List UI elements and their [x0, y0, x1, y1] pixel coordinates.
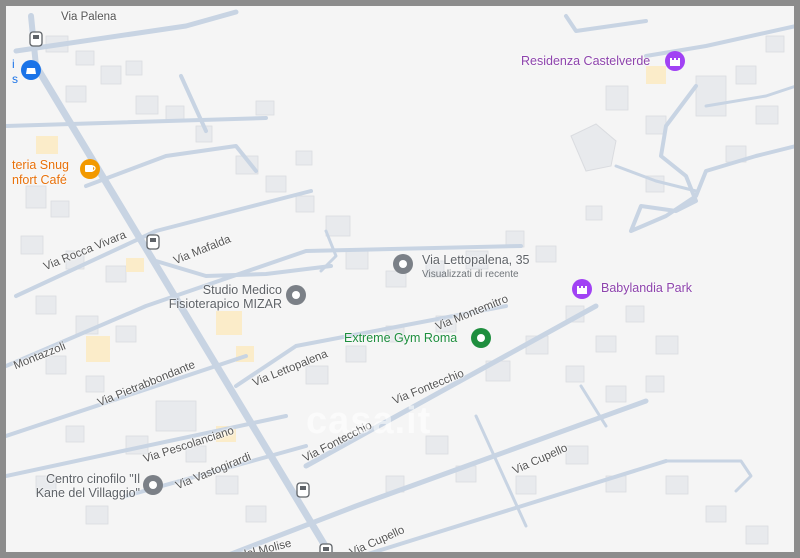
castle-icon[interactable]	[572, 279, 592, 299]
poi-lettopalena-label[interactable]: Via Lettopalena, 35	[422, 253, 530, 268]
pin-icon[interactable]	[393, 254, 413, 274]
poi-residenza-label[interactable]: Residenza Castelverde	[521, 54, 650, 69]
poi-cinofilo-label-1[interactable]: Centro cinofilo "Il	[26, 472, 140, 487]
poi-cafeteria-label-2[interactable]: nfort Café	[12, 173, 67, 188]
poi-edge-label-2[interactable]: s	[12, 72, 18, 86]
castle-icon[interactable]	[665, 51, 685, 71]
drive-icon[interactable]	[21, 60, 41, 80]
poi-lettopalena-sublabel: Visualizzati di recente	[422, 269, 519, 280]
street-label: Via Palena	[61, 11, 117, 23]
poi-babylandia-label[interactable]: Babylandia Park	[601, 281, 692, 296]
coffee-icon[interactable]	[80, 159, 100, 179]
poi-edge-label-1[interactable]: i	[12, 57, 15, 71]
poi-cinofilo-label-2[interactable]: Kane del Villaggio"	[22, 486, 140, 501]
watermark: casa.it	[306, 400, 432, 442]
pin-icon[interactable]	[286, 285, 306, 305]
pin-icon[interactable]	[143, 475, 163, 495]
poi-studio-label-1[interactable]: Studio Medico	[190, 283, 282, 298]
map-frame: Via Palena Via Rocca Vivara Via Mafalda …	[0, 0, 800, 558]
gym-icon[interactable]	[471, 328, 491, 348]
poi-studio-label-2[interactable]: Fisioterapico MIZAR	[154, 297, 282, 312]
poi-gym-label[interactable]: Extreme Gym Roma	[344, 331, 457, 346]
poi-cafeteria-label-1[interactable]: teria Snug	[12, 158, 69, 173]
